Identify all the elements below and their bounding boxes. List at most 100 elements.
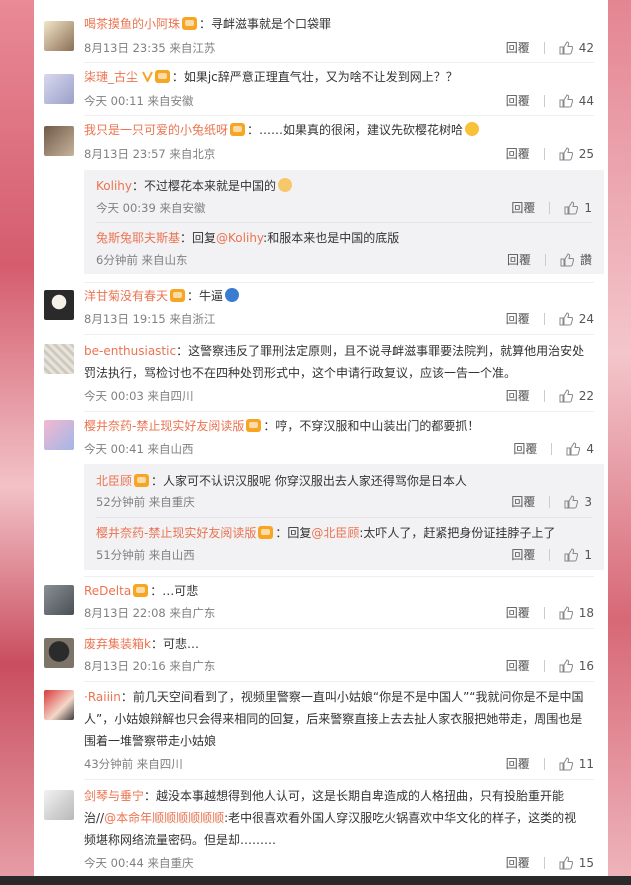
like-button[interactable]: 4 — [566, 442, 594, 456]
like-count: 42 — [578, 40, 594, 55]
comment-text: 废弃集装箱k：可悲… — [84, 637, 199, 651]
username[interactable]: 樱井奈药-禁止现实好友阅读版 — [84, 419, 244, 433]
avatar[interactable] — [44, 126, 74, 156]
like-button[interactable]: 42 — [559, 41, 594, 55]
thumb-up-icon — [564, 547, 579, 561]
username[interactable]: 废弃集装箱k — [84, 637, 151, 651]
comment-text: be-enthusiastic：这警察违反了罪刑法定原则，且不说寻衅滋事罪要法院… — [84, 344, 585, 380]
reply-button[interactable]: 回覆 — [506, 145, 530, 162]
like-button[interactable]: 22 — [559, 389, 594, 403]
thumb-up-icon — [559, 311, 573, 325]
username[interactable]: 兔斯兔耶夫斯基 — [96, 231, 180, 245]
comment-ops: 回覆 24 — [506, 310, 594, 327]
like-button[interactable]: 1 — [564, 548, 592, 562]
username[interactable]: 我只是一只可爱的小兔纸呀 — [84, 123, 228, 137]
like-button[interactable]: 15 — [559, 856, 594, 870]
mention-link[interactable]: @Kolihy — [216, 231, 263, 245]
emoji-icon — [278, 178, 293, 192]
divider — [551, 442, 553, 455]
avatar[interactable] — [44, 638, 74, 668]
divider — [84, 779, 594, 780]
like-button[interactable]: 44 — [559, 94, 594, 108]
comment-text: ·Raiiin：前几天空间看到了，视频里警察一直叫小姑娘“你是不是中国人”“我就… — [84, 690, 584, 748]
vip-badge-icon — [170, 289, 186, 302]
reply-box: 北臣顾 ：人家可不认识汉服呢 你穿汉服出去人家还得骂你是日本人 52分钟前 来自重… — [84, 464, 604, 570]
username[interactable]: ReDelta — [84, 584, 131, 598]
mention-link[interactable]: @北臣顾 — [311, 526, 359, 540]
username[interactable]: 洋甘菊没有春天 — [84, 289, 168, 303]
like-count: 16 — [578, 658, 594, 673]
thumb-up-icon — [564, 200, 579, 214]
avatar[interactable] — [44, 790, 74, 820]
divider — [543, 389, 545, 402]
like-button[interactable]: 11 — [559, 757, 594, 771]
like-count: 22 — [578, 388, 594, 403]
reply-text: 北臣顾 ：人家可不认识汉服呢 你穿汉服出去人家还得骂你是日本人 — [96, 474, 467, 488]
reply-button[interactable]: 回覆 — [506, 310, 530, 327]
emoji-icon — [225, 288, 240, 302]
avatar[interactable] — [44, 420, 74, 450]
divider — [96, 222, 592, 223]
like-button[interactable]: 25 — [559, 147, 594, 161]
reply-button[interactable]: 回覆 — [507, 251, 531, 268]
background-left — [0, 0, 34, 885]
background-right — [608, 0, 631, 885]
divider — [84, 411, 594, 412]
divider — [544, 253, 546, 266]
avatar[interactable] — [44, 21, 74, 51]
divider — [543, 312, 545, 325]
avatar[interactable] — [44, 585, 74, 615]
divider — [84, 576, 594, 577]
like-button[interactable]: 讚 — [560, 251, 592, 268]
avatar[interactable] — [44, 74, 74, 104]
like-button[interactable]: 18 — [559, 606, 594, 620]
like-count: 25 — [578, 146, 594, 161]
comment-meta: 8月13日 19:15 来自浙江 — [84, 312, 216, 326]
like-count: 4 — [586, 441, 594, 456]
divider — [84, 681, 594, 682]
username[interactable]: 樱井奈药-禁止现实好友阅读版 — [96, 526, 256, 540]
username[interactable]: 柒璉_古尘 — [84, 70, 138, 84]
reply-button[interactable]: 回覆 — [511, 493, 535, 510]
thumb-up-icon — [559, 40, 573, 54]
reply-button[interactable]: 回覆 — [506, 657, 530, 674]
username[interactable]: be-enthusiastic — [84, 344, 176, 358]
comment-text: 洋甘菊没有春天 ：牛逼 — [84, 285, 586, 307]
reply-button[interactable]: 回覆 — [506, 39, 530, 56]
like-button[interactable]: 1 — [564, 201, 592, 215]
username[interactable]: Kolihy — [96, 179, 132, 193]
like-button[interactable]: 24 — [559, 312, 594, 326]
reply-button[interactable]: 回覆 — [513, 440, 537, 457]
username[interactable]: 北臣顾 — [96, 474, 132, 488]
reply-button[interactable]: 回覆 — [506, 604, 530, 621]
mention-link[interactable]: @本命年顺顺顺顺顺顺 — [104, 811, 224, 825]
avatar[interactable] — [44, 344, 74, 374]
thumb-up-icon — [564, 494, 579, 508]
username[interactable]: 喝茶摸鱼的小阿珠 — [84, 17, 180, 31]
avatar[interactable] — [44, 290, 74, 320]
like-button[interactable]: 16 — [559, 659, 594, 673]
thumb-up-icon — [559, 658, 573, 672]
comment-ops: 回覆 16 — [506, 657, 594, 674]
comment-text: 剑琴与垂宁：越没本事越想得到他人认可，这是长期自卑造成的人格扭曲，只有投胎重开能… — [84, 789, 577, 847]
divider — [543, 41, 545, 54]
like-label: 讚 — [579, 253, 592, 267]
username[interactable]: ·Raiiin — [84, 690, 121, 704]
thumb-up-icon — [566, 441, 581, 455]
divider — [543, 659, 545, 672]
username[interactable]: 剑琴与垂宁 — [84, 789, 144, 803]
like-button[interactable]: 3 — [564, 495, 592, 509]
vip-badge-icon — [134, 474, 150, 487]
reply-button[interactable]: 回覆 — [506, 755, 530, 772]
reply-button[interactable]: 回覆 — [511, 199, 535, 216]
comment-meta: 8月13日 23:57 来自北京 — [84, 147, 216, 161]
reply-button[interactable]: 回覆 — [506, 387, 530, 404]
reply-button[interactable]: 回覆 — [506, 854, 530, 871]
thumb-up-icon — [559, 388, 573, 402]
divider — [543, 856, 545, 869]
avatar[interactable] — [44, 690, 74, 720]
reply-button[interactable]: 回覆 — [511, 546, 535, 563]
divider — [549, 201, 551, 214]
comment-ops: 回覆 22 — [506, 387, 594, 404]
reply-button[interactable]: 回覆 — [506, 92, 530, 109]
